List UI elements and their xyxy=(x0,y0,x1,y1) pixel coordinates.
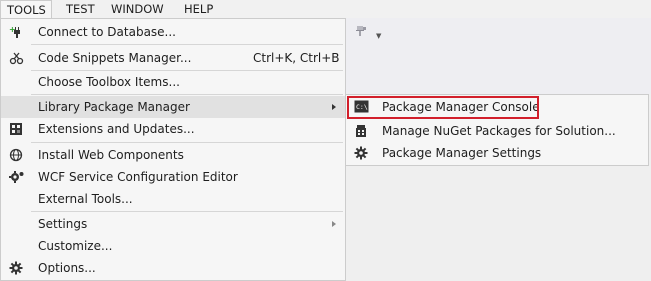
toolbar-area: ▼ xyxy=(345,18,651,94)
menu-item-wcf-service-configuration-editor[interactable]: WCF Service Configuration Editor xyxy=(1,166,345,188)
menu-item-label: Customize... xyxy=(38,239,113,253)
menu-test[interactable]: TEST xyxy=(60,0,101,18)
menu-item-label: Package Manager Settings xyxy=(382,146,542,160)
tools-menu: + Connect to Database... Code Snippets M… xyxy=(0,18,346,281)
gear-icon xyxy=(354,146,368,160)
separator xyxy=(31,211,343,212)
menu-item-label: Install Web Components xyxy=(38,148,184,162)
menu-item-customize[interactable]: Customize... xyxy=(1,235,345,257)
menu-item-label: Settings xyxy=(38,217,88,231)
menu-item-library-package-manager[interactable]: Library Package Manager xyxy=(1,96,345,118)
menu-help[interactable]: HELP xyxy=(178,0,219,18)
menu-item-settings[interactable]: Settings xyxy=(1,213,345,235)
menu-item-external-tools[interactable]: External Tools... xyxy=(1,188,345,210)
menu-item-code-snippets-manager[interactable]: Code Snippets Manager... Ctrl+K, Ctrl+B xyxy=(1,47,345,69)
highlight-box xyxy=(347,96,539,119)
menu-item-label: External Tools... xyxy=(38,192,133,206)
nuget-package-icon xyxy=(356,125,366,137)
shortcut-text: Ctrl+K, Ctrl+B xyxy=(253,51,340,65)
submenu-arrow-icon xyxy=(332,221,336,227)
menu-item-label: Connect to Database... xyxy=(38,25,176,39)
separator xyxy=(31,142,343,143)
separator xyxy=(31,44,343,45)
code-snippet-icon xyxy=(9,52,24,65)
menu-item-label: Manage NuGet Packages for Solution... xyxy=(382,124,616,138)
menu-item-label: Options... xyxy=(38,261,96,275)
menu-item-label: Library Package Manager xyxy=(38,100,190,114)
library-package-manager-submenu: C:\ Package Manager Console Manage NuGet… xyxy=(345,94,649,166)
menu-window[interactable]: WINDOW xyxy=(105,0,170,18)
web-globe-icon xyxy=(9,148,23,162)
menu-item-install-web-components[interactable]: Install Web Components xyxy=(1,144,345,166)
menu-item-extensions-and-updates[interactable]: Extensions and Updates... xyxy=(1,118,345,140)
extensions-icon xyxy=(10,123,22,135)
dropdown-arrow-icon[interactable]: ▼ xyxy=(376,32,381,40)
submenu-item-package-manager-settings[interactable]: Package Manager Settings xyxy=(346,142,648,164)
menu-tools[interactable]: TOOLS xyxy=(0,0,52,18)
menu-item-connect-to-database[interactable]: + Connect to Database... xyxy=(1,21,345,43)
separator xyxy=(31,94,343,95)
menu-item-choose-toolbox-items[interactable]: Choose Toolbox Items... xyxy=(1,71,345,93)
menu-bar: TOOLS TEST WINDOW HELP xyxy=(0,0,651,18)
menu-item-label: Choose Toolbox Items... xyxy=(38,75,180,89)
submenu-arrow-icon xyxy=(332,104,336,110)
menu-item-label: WCF Service Configuration Editor xyxy=(38,170,238,184)
menu-item-label: Extensions and Updates... xyxy=(38,122,195,136)
pin-icon[interactable] xyxy=(355,24,369,38)
svg-text:+: + xyxy=(9,25,16,34)
gear-icon xyxy=(9,261,23,275)
submenu-item-manage-nuget-packages[interactable]: Manage NuGet Packages for Solution... xyxy=(346,120,648,142)
wcf-gear-icon xyxy=(9,171,24,183)
menu-item-label: Code Snippets Manager... xyxy=(38,51,192,65)
database-plug-icon: + xyxy=(9,25,20,38)
menu-item-options[interactable]: Options... xyxy=(1,257,345,279)
